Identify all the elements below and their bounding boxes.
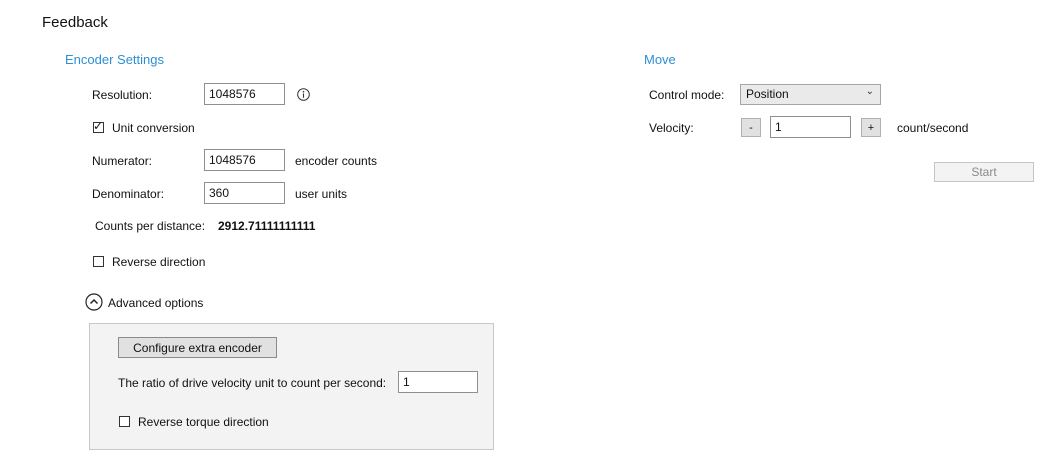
start-button[interactable]: Start [934,162,1034,182]
control-mode-select[interactable]: Position ⌄ [740,84,881,105]
counts-per-distance-label: Counts per distance: [95,219,206,233]
unit-conversion-checkbox[interactable]: ✓ [93,119,104,133]
velocity-label: Velocity: [649,121,694,135]
move-title: Move [644,52,676,67]
resolution-input[interactable] [204,83,285,105]
advanced-options-toggle[interactable]: Advanced options [108,296,203,310]
velocity-decrement-button[interactable]: - [741,118,761,137]
reverse-torque-label: Reverse torque direction [138,415,269,429]
page-title: Feedback [42,14,108,31]
reverse-torque-checkbox[interactable] [119,416,130,427]
velocity-increment-button[interactable]: + [861,118,881,137]
numerator-unit: encoder counts [295,154,378,168]
ratio-label: The ratio of drive velocity unit to coun… [118,376,387,390]
denominator-input[interactable] [204,182,285,204]
reverse-direction-checkbox[interactable] [93,256,104,267]
control-mode-label: Control mode: [649,88,725,102]
numerator-label: Numerator: [92,154,153,168]
resolution-label: Resolution: [92,88,153,102]
chevron-down-icon: ⌄ [865,86,874,97]
velocity-input[interactable] [770,116,851,138]
configure-extra-encoder-button[interactable]: Configure extra encoder [118,337,277,358]
encoder-settings-title: Encoder Settings [65,52,165,67]
ratio-input[interactable] [398,371,478,393]
info-icon[interactable] [297,88,310,104]
checkmark-icon: ✓ [93,119,104,133]
velocity-unit: count/second [897,121,969,135]
unit-conversion-label: Unit conversion [112,121,195,135]
control-mode-value: Position [746,87,789,101]
reverse-direction-label: Reverse direction [112,255,206,269]
denominator-unit: user units [295,187,348,201]
denominator-label: Denominator: [92,187,165,201]
chevron-up-circle-icon[interactable] [85,293,103,314]
numerator-input[interactable] [204,149,285,171]
counts-per-distance-value: 2912.71111111111 [218,219,316,233]
